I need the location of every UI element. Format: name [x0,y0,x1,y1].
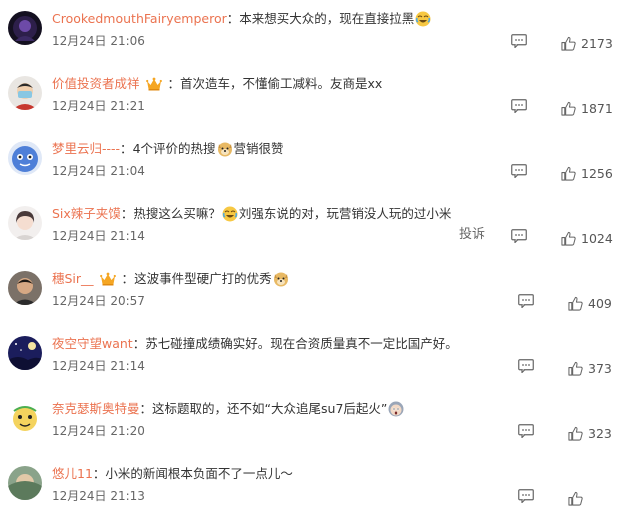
thumbs-up-icon [568,361,583,376]
avatar[interactable] [8,271,42,305]
comment-text: 这标题取的，还不如“大众追尾su7后起火” [152,401,388,416]
thumbs-up-icon [561,36,576,51]
comment-line: CrookedmouthFairyemperor：本来想买大众的，现在直接拉黑 [52,10,630,28]
like-button[interactable]: 1024 [561,228,613,246]
username-link[interactable]: 悠儿11 [52,466,93,481]
separator: ： [120,141,133,156]
reply-icon[interactable] [518,424,534,438]
like-count: 1256 [581,166,613,181]
reply-icon[interactable] [518,489,534,503]
username-link[interactable]: 价值投资者成祥 [52,76,140,91]
crying-laughing-emoji-icon [222,206,238,227]
like-count: 323 [588,426,612,441]
comment-item: Six辣子夹馍：热搜这么买嘛？ 刘强东说的对，玩营销没人玩的过小米 12月24日 … [0,195,640,260]
comment-time: 12月24日 21:06 [52,34,145,48]
shocked-emoji-icon [388,401,404,422]
comment-item: 价值投资者成祥 ：首次造车，不懂偷工减料。友商是xx 12月24日 21:21 1… [0,65,640,130]
avatar[interactable] [8,401,42,435]
comment-line: 价值投资者成祥 ：首次造车，不懂偷工减料。友商是xx [52,75,630,93]
thumbs-up-icon [568,296,583,311]
comment-line: 夜空守望want：苏七碰撞成绩确实好。现在合资质量真不一定比国产好。 [52,335,630,353]
doge-emoji-icon [217,141,233,162]
like-button[interactable]: 2173 [561,33,613,51]
avatar[interactable] [8,336,42,370]
reply-icon[interactable] [518,359,534,373]
like-count: 2173 [581,36,613,51]
comment-text: 热搜这么买嘛？ [133,206,221,221]
comment-list: CrookedmouthFairyemperor：本来想买大众的，现在直接拉黑 … [0,0,640,506]
avatar[interactable] [8,76,42,110]
separator: ： [132,336,146,351]
comment-text: 这波事件型硬广打的优秀 [134,271,272,286]
comment-line: 穗Sir__ ：这波事件型硬广打的优秀 [52,270,630,288]
crying-laughing-emoji-icon [415,11,431,32]
reply-icon[interactable] [511,34,527,48]
like-count: 1871 [581,101,613,116]
comment-item: 梦里云归----：4个评价的热搜 营销很赞 12月24日 21:04 1256 [0,130,640,195]
username-link[interactable]: 奈克瑟斯奥特曼 [52,401,140,416]
like-count: 373 [588,361,612,376]
thumbs-up-icon [568,426,583,441]
comment-line: Six辣子夹馍：热搜这么买嘛？ 刘强东说的对，玩营销没人玩的过小米 [52,205,630,223]
like-button[interactable]: 1256 [561,163,613,181]
like-button[interactable] [568,488,588,506]
avatar[interactable] [8,11,42,45]
comment-text: 小米的新闻根本负面不了一点儿～ [105,466,293,481]
crown-badge-icon [99,272,116,291]
comment-time: 12月24日 21:14 [52,359,145,373]
comment-time: 12月24日 21:14 [52,229,145,243]
reply-icon[interactable] [511,229,527,243]
comment-item: 奈克瑟斯奥特曼：这标题取的，还不如“大众追尾su7后起火” 12月24日 21:… [0,390,640,455]
comment-item: CrookedmouthFairyemperor：本来想买大众的，现在直接拉黑 … [0,0,640,65]
comment-text-after: 营销很赞 [233,141,284,156]
comment-text: 苏七碰撞成绩确实好。现在合资质量真不一定比国产好。 [145,336,458,351]
report-link[interactable]: 投诉 [459,227,485,243]
username-link[interactable]: CrookedmouthFairyemperor [52,11,227,26]
separator: ： [226,11,240,26]
comment-line: 梦里云归----：4个评价的热搜 营销很赞 [52,140,630,158]
avatar[interactable] [8,141,42,175]
thumbs-up-icon [568,491,583,506]
comment-time: 12月24日 21:13 [52,489,145,503]
username-link[interactable]: 梦里云归---- [52,141,120,156]
comment-text: 4个评价的热搜 [132,141,216,156]
like-button[interactable]: 409 [568,293,612,311]
username-link[interactable]: Six辣子夹馍 [52,206,121,221]
comment-time: 12月24日 21:21 [52,99,145,113]
comment-item: 悠儿11：小米的新闻根本负面不了一点儿～ 12月24日 21:13 [0,455,640,520]
comment-time: 12月24日 21:20 [52,424,145,438]
doge-emoji-icon [273,271,289,292]
thumbs-up-icon [561,101,576,116]
separator: ： [120,206,134,221]
username-link[interactable]: 穗Sir__ [52,271,94,286]
separator: ： [121,271,135,286]
username-link[interactable]: 夜空守望want [52,336,133,351]
reply-icon[interactable] [518,294,534,308]
comment-text: 本来想买大众的，现在直接拉黑 [239,11,415,26]
crown-badge-icon [145,77,162,96]
separator: ： [139,401,153,416]
thumbs-up-icon [561,166,576,181]
reply-icon[interactable] [511,99,527,113]
comment-item: 穗Sir__ ：这波事件型硬广打的优秀 12月24日 20:57 409 [0,260,640,325]
separator: ： [92,466,106,481]
comment-item: 夜空守望want：苏七碰撞成绩确实好。现在合资质量真不一定比国产好。 12月24… [0,325,640,390]
comment-text-after: 刘强东说的对，玩营销没人玩的过小米 [238,206,452,221]
reply-icon[interactable] [511,164,527,178]
separator: ： [167,76,181,91]
comment-text: 首次造车，不懂偷工减料。友商是xx [180,76,383,91]
comment-time: 12月24日 20:57 [52,294,145,308]
comment-time: 12月24日 21:04 [52,164,145,178]
like-button[interactable]: 323 [568,423,612,441]
avatar[interactable] [8,206,42,240]
like-button[interactable]: 1871 [561,98,613,116]
thumbs-up-icon [561,231,576,246]
comment-line: 奈克瑟斯奥特曼：这标题取的，还不如“大众追尾su7后起火” [52,400,630,418]
comment-line: 悠儿11：小米的新闻根本负面不了一点儿～ [52,465,630,483]
like-count: 409 [588,296,612,311]
like-button[interactable]: 373 [568,358,612,376]
like-count: 1024 [581,231,613,246]
